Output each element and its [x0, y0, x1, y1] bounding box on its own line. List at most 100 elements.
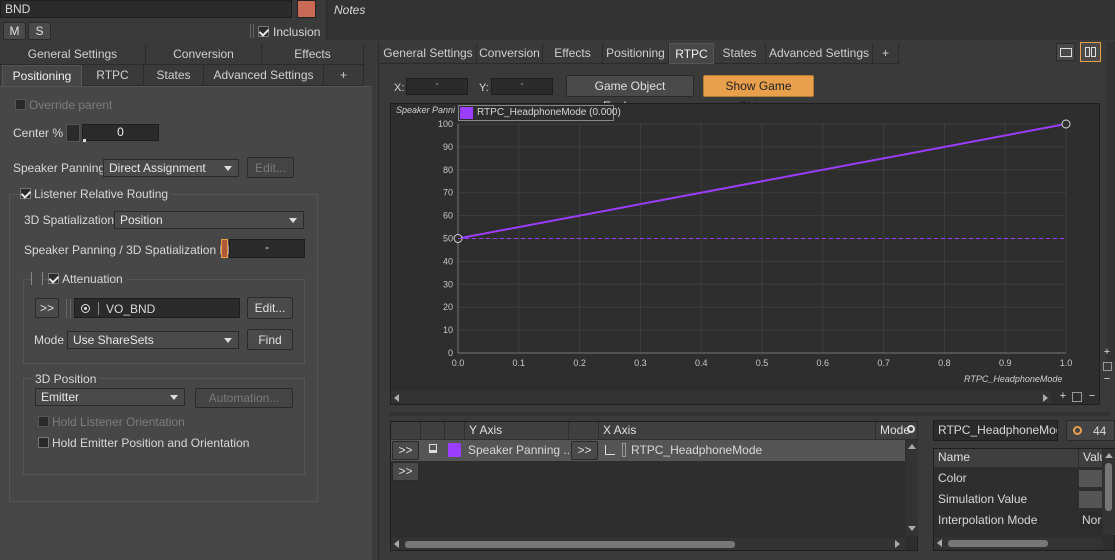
tab-right-conversion[interactable]: Conversion [477, 43, 543, 64]
tab-left-advanced-settings[interactable]: Advanced Settings [204, 65, 324, 86]
mode-dropdown[interactable]: Use ShareSets [67, 331, 239, 349]
x-tick-label: 0.7 [877, 358, 890, 368]
search-icon[interactable] [907, 425, 915, 433]
graph-area[interactable]: 0.0 0.1 0.2 0.3 0.4 0.5 0.6 0.7 0.8 0.9 1.0 0 10 20 30… [390, 103, 1100, 405]
attenuation-edit-button[interactable]: Edit... [247, 297, 293, 319]
v-zoom-fit-icon[interactable] [1103, 362, 1112, 371]
zoom-out-icon[interactable]: − [1087, 391, 1097, 402]
props-row-value[interactable] [1079, 470, 1102, 487]
scroll-up-icon[interactable] [908, 444, 916, 449]
graph-hscroll[interactable] [391, 391, 1051, 403]
tab-right-states[interactable]: States [714, 43, 766, 64]
tab-label: States [156, 68, 191, 82]
show-game-objects-button[interactable]: Show Game Objects [703, 75, 814, 113]
scroll-left-icon[interactable] [937, 539, 942, 547]
scroll-right-icon[interactable] [895, 540, 900, 548]
object-name-field[interactable]: BND [0, 0, 292, 18]
props-row-value[interactable] [1079, 491, 1102, 508]
scroll-down-icon[interactable] [908, 526, 916, 531]
grid-hscroll[interactable] [391, 538, 905, 550]
override-parent-checkbox[interactable] [15, 99, 26, 110]
grid-hscroll-thumb[interactable] [405, 541, 735, 548]
tab-left-conversion[interactable]: Conversion [146, 44, 262, 65]
y-tick-label: 50 [443, 234, 453, 244]
attenuation-checkbox[interactable] [48, 273, 59, 284]
scroll-right-strip[interactable] [1106, 42, 1115, 362]
tab-left-effects[interactable]: Effects [262, 44, 364, 65]
tab-left-rtpc[interactable]: RTPC [82, 65, 144, 86]
position-dropdown[interactable]: Emitter [35, 388, 185, 406]
v-zoom-out-icon[interactable]: − [1102, 374, 1112, 385]
attenuation-group [23, 279, 305, 364]
props-hscroll[interactable] [934, 537, 1103, 549]
pin-icon[interactable] [429, 444, 437, 453]
row-expand-button[interactable]: >> [392, 441, 419, 460]
mute-button[interactable]: M [3, 22, 26, 40]
props-vscroll-thumb[interactable] [1105, 463, 1112, 511]
hold-listener-checkbox[interactable] [38, 416, 49, 427]
tab-right-rtpc[interactable]: RTPC [669, 43, 714, 64]
curve-control-point[interactable] [1061, 119, 1071, 129]
mix-slider-handle[interactable] [221, 239, 228, 258]
rtpc-curve-graph[interactable]: 0.0 0.1 0.2 0.3 0.4 0.5 0.6 0.7 0.8 0.9 1.0 0 10 20 30… [391, 104, 1101, 406]
props-vscroll[interactable] [1103, 449, 1115, 535]
props-row[interactable]: Color [934, 468, 1103, 489]
tab-left-add[interactable]: + [324, 65, 364, 86]
tab-left-positioning[interactable]: Positioning [2, 65, 82, 86]
props-title-field[interactable]: RTPC_HeadphoneMode [933, 420, 1058, 441]
mode-label: Mode [34, 333, 65, 347]
listener-routing-checkbox[interactable] [20, 188, 31, 199]
y-tick-label: 0 [448, 348, 453, 358]
speaker-panning-edit-button[interactable]: Edit... [247, 157, 294, 178]
v-zoom-in-icon[interactable]: + [1102, 347, 1112, 358]
references-button[interactable]: 44 [1066, 420, 1115, 441]
y-value-field[interactable]: - [491, 78, 553, 95]
tab-right-add[interactable]: + [873, 43, 899, 64]
grid-vscroll[interactable] [906, 440, 918, 536]
hold-emitter-checkbox[interactable] [38, 437, 49, 448]
notes-area[interactable]: Notes [326, 0, 1115, 40]
scroll-left-icon[interactable] [394, 540, 399, 548]
layout-split-button[interactable] [1080, 42, 1101, 62]
add-row-expand-button[interactable]: >> [392, 462, 419, 481]
find-button[interactable]: Find [247, 329, 293, 350]
panel-splitter[interactable] [390, 412, 1110, 416]
table-row[interactable]: >> Speaker Panning ... >> RTPC_Headphone… [391, 440, 905, 461]
props-row[interactable]: Simulation Value [934, 489, 1103, 510]
color-swatch[interactable] [297, 0, 316, 18]
props-hscroll-thumb[interactable] [948, 540, 1048, 547]
zoom-in-icon[interactable]: + [1058, 391, 1068, 402]
tab-right-general-settings[interactable]: General Settings [380, 43, 477, 64]
props-header-value[interactable]: Valu [1079, 449, 1103, 467]
center-value-field[interactable]: 0 [82, 124, 159, 141]
automation-button[interactable]: Automation... [195, 388, 293, 408]
scroll-right-icon[interactable] [1043, 394, 1048, 402]
grid-header-y-axis[interactable]: Y Axis [465, 422, 569, 439]
scroll-left-icon[interactable] [394, 394, 399, 402]
layout-single-button[interactable] [1056, 43, 1075, 61]
tab-right-positioning[interactable]: Positioning [603, 43, 669, 64]
zoom-fit-icon[interactable] [1072, 392, 1082, 402]
props-header-name[interactable]: Name [934, 449, 1079, 467]
spatialization-dropdown[interactable]: Position [114, 211, 304, 229]
attenuation-expand-button[interactable]: >> [35, 298, 59, 318]
scroll-up-icon[interactable] [1105, 453, 1113, 458]
solo-button[interactable]: S [28, 22, 51, 40]
tab-left-states[interactable]: States [144, 65, 204, 86]
grid-header-x-axis[interactable]: X Axis [599, 422, 876, 439]
props-row-value[interactable]: Nor [1079, 512, 1102, 529]
speaker-panning-dropdown[interactable]: Direct Assignment [103, 159, 239, 177]
attenuation-field[interactable]: VO_BND [74, 298, 240, 318]
x-value-field[interactable]: - [406, 78, 468, 95]
inclusion-checkbox[interactable] [258, 26, 269, 37]
tab-left-general-settings[interactable]: General Settings [0, 44, 146, 65]
tab-right-effects[interactable]: Effects [543, 43, 603, 64]
x-axis-expand-button[interactable]: >> [571, 441, 598, 460]
center-slider-handle[interactable] [66, 124, 80, 142]
rtpc-grid: Y Axis X Axis Mode >> Speaker Panning ..… [390, 421, 918, 551]
tab-right-advanced-settings[interactable]: Advanced Settings [766, 43, 873, 64]
props-row[interactable]: Interpolation Mode Nor [934, 510, 1103, 531]
mix-value-field[interactable]: - [229, 239, 305, 258]
game-object-explorer-button[interactable]: Game Object Explorer... [566, 75, 694, 113]
y-value: - [520, 79, 524, 90]
